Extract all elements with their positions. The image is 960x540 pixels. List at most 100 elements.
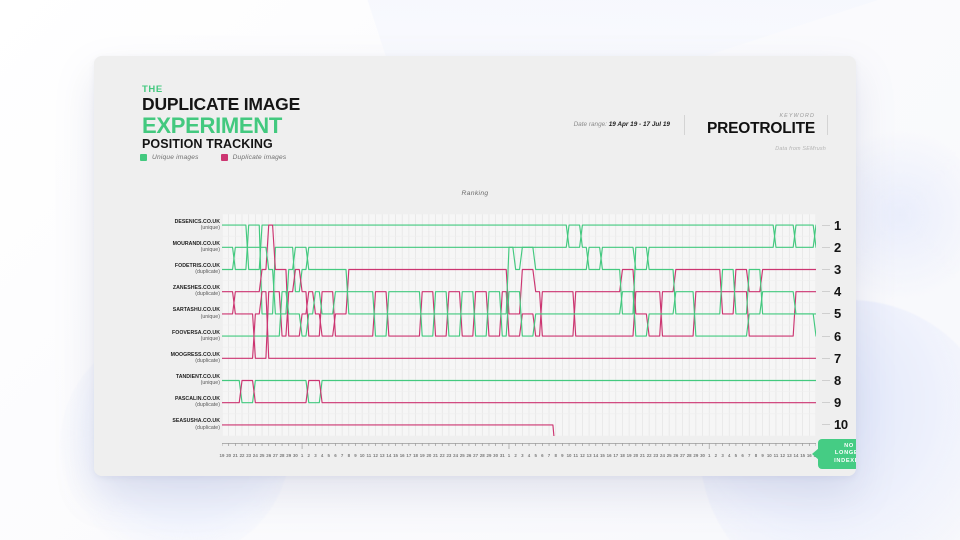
series-kind: (duplicate) [195, 358, 220, 365]
x-axis-label: 1 [707, 453, 711, 458]
x-axis-label: 18 [619, 453, 625, 458]
x-axis-label: 21 [232, 453, 238, 458]
x-axis-label: 11 [573, 453, 579, 458]
x-axis-label: 24 [453, 453, 459, 458]
x-axis-label: 11 [366, 453, 372, 458]
title-line-2: EXPERIMENT [142, 113, 283, 138]
chart-legend: Unique images Duplicate images [140, 154, 286, 161]
rank-number: 8 [834, 372, 841, 388]
series-kind: (unique) [200, 224, 220, 231]
x-axis-label: 12 [579, 453, 585, 458]
legend-item-duplicate[interactable]: Duplicate images [220, 154, 287, 161]
x-axis-label: 31 [499, 453, 505, 458]
x-axis-label: 1 [507, 453, 511, 458]
chart-title: Ranking [461, 190, 489, 197]
x-axis-label: 12 [373, 453, 378, 458]
square-swatch-icon [140, 154, 147, 161]
x-axis-label: 29 [486, 453, 492, 458]
x-axis-label: 4 [320, 453, 324, 458]
x-axis-label: 29 [693, 453, 699, 458]
series-kind: (duplicate) [195, 402, 220, 409]
series-kind: (unique) [200, 247, 220, 254]
square-swatch-icon [220, 154, 228, 161]
rank-tick-line [822, 268, 830, 270]
x-axis-label: 6 [741, 453, 744, 458]
x-axis-label: 30 [493, 453, 499, 458]
legend-label-duplicate: Duplicate images [232, 154, 287, 161]
x-axis-label: 13 [379, 453, 385, 458]
x-axis-label: 8 [754, 453, 758, 458]
rank-line-seasusha-co-uk[interactable] [221, 424, 817, 457]
x-axis-label: 21 [640, 453, 645, 458]
rank-number: 1 [834, 217, 841, 233]
title-block: THE DUPLICATE IMAGE EXPERIMENT POSITION … [142, 84, 300, 152]
x-axis-label: 10 [359, 453, 365, 458]
series-kind: (duplicate) [195, 269, 220, 276]
rank-tick: 7 [822, 347, 856, 369]
x-axis-label: 7 [340, 453, 344, 458]
x-axis-label: 6 [541, 453, 544, 458]
rank-tick: 9 [822, 392, 856, 414]
badge-body: NO LONGER INDEXED [818, 439, 856, 469]
rank-tick-line [822, 313, 830, 315]
series-label: PASCALIN.CO.UK (duplicate) [144, 392, 220, 414]
chart-area: DESENICS.CO.UK (unique) MOURANDI.CO.UK (uni… [94, 206, 856, 476]
series-label: MOURANDI.CO.UK (unique) [144, 236, 220, 258]
rank-tick-line [822, 357, 830, 359]
x-axis-label: 14 [793, 453, 799, 458]
rank-tick: 3 [822, 258, 856, 280]
x-axis-label: 15 [599, 453, 605, 458]
keyword-label: KEYWORD [779, 113, 815, 119]
rank-number: 7 [834, 350, 841, 366]
series-kind: (unique) [200, 313, 220, 320]
rank-lines-svg [221, 213, 817, 457]
x-axis-label: 5 [327, 453, 331, 458]
rank-number: 2 [834, 239, 841, 255]
rank-tick-line [822, 402, 830, 404]
series-label: ZANESHES.CO.UK (duplicate) [144, 281, 220, 303]
x-axis-label: 19 [626, 453, 632, 458]
x-axis-label: 10 [566, 453, 572, 458]
legend-item-unique[interactable]: Unique images [140, 154, 199, 161]
rank-number: 6 [834, 328, 841, 344]
x-axis-label: 17 [613, 453, 619, 458]
x-axis-label: 5 [534, 453, 537, 458]
x-axis-label: 25 [459, 453, 465, 458]
plot-canvas [221, 213, 817, 457]
rank-tick-line [822, 424, 830, 426]
x-axis-label: 9 [761, 453, 764, 458]
badge-line-3: INDEXED [834, 457, 856, 464]
x-axis-label: 10 [766, 453, 772, 458]
x-axis-label: 23 [653, 453, 659, 458]
series-label: TANDIENT.CO.UK (unique) [144, 369, 220, 391]
series-label: FODETRIS.CO.UK (duplicate) [144, 258, 220, 280]
x-axis-label: 19 [219, 453, 225, 458]
x-axis-label: 15 [393, 453, 398, 458]
x-axis-label: 9 [561, 453, 564, 458]
legend-label-unique: Unique images [152, 154, 199, 161]
title-line-3: POSITION TRACKING [142, 137, 273, 151]
no-longer-indexed-badge: NO LONGER INDEXED [812, 439, 856, 469]
rank-number: 4 [834, 284, 841, 300]
x-axis-label: 7 [748, 453, 751, 458]
x-axis-label: 18 [413, 453, 418, 458]
meta-divider-right [827, 114, 828, 135]
x-axis-label: 26 [673, 453, 679, 458]
x-axis-label: 26 [466, 453, 472, 458]
keyword-value: PREOTROLITE [706, 120, 815, 137]
rank-tick: 5 [822, 303, 856, 325]
x-axis-label: 13 [786, 453, 792, 458]
series-kind: (duplicate) [195, 291, 220, 298]
x-axis-label: 20 [226, 453, 232, 458]
x-axis-label: 3 [521, 453, 524, 458]
rank-number: 9 [834, 395, 841, 411]
rank-tick: 6 [822, 325, 856, 347]
x-axis-label: 26 [266, 453, 272, 458]
series-kind: (unique) [200, 380, 220, 387]
x-axis-label: 9 [354, 453, 357, 458]
x-axis-label: 3 [721, 453, 724, 458]
x-axis-label: 16 [606, 453, 612, 458]
x-axis-label: 20 [426, 453, 432, 458]
rank-tick-line [822, 291, 830, 293]
title-line-1: DUPLICATE IMAGE [142, 94, 301, 114]
